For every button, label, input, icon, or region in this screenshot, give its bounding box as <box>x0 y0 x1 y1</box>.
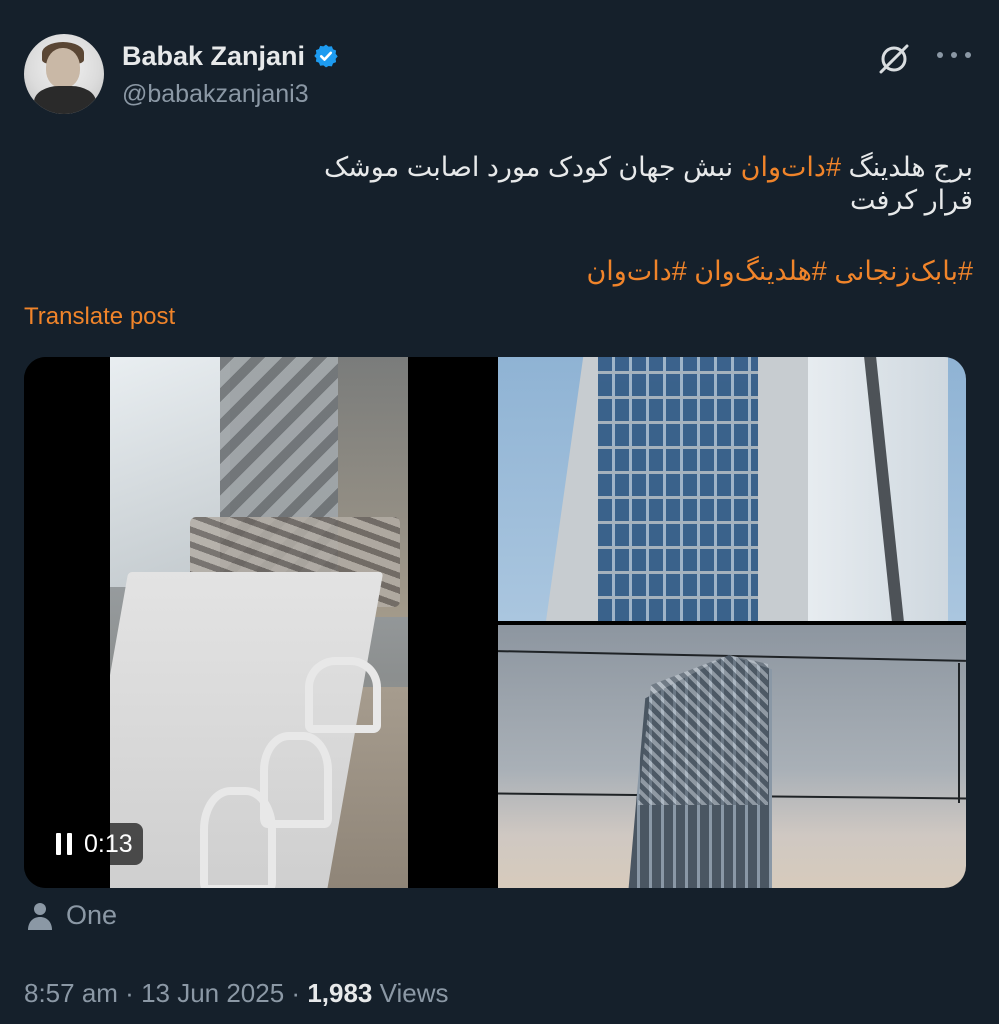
author-name-row: Babak Zanjani <box>122 38 339 74</box>
location-label: One <box>66 900 118 930</box>
views-count[interactable]: 1,983 <box>307 978 372 1008</box>
post-text-line-1: برج هلدینگ #دات‌وان نبش جهان کودک مورد ا… <box>324 152 973 183</box>
translate-post-link[interactable]: Translate post <box>24 303 175 331</box>
author-display-name[interactable]: Babak Zanjani <box>122 41 305 72</box>
post-meta: 8:57 am · 13 Jun 2025 · 1,983 Views <box>24 978 449 1009</box>
post-text-prefix: برج هلدینگ <box>840 152 973 182</box>
photo-building-facade[interactable] <box>498 357 966 621</box>
video-player[interactable]: 0:13 <box>24 357 494 888</box>
media-grid: 0:13 <box>24 357 966 888</box>
post-text-suffix: نبش جهان کودک مورد اصابت موشک <box>324 152 741 182</box>
person-icon <box>28 902 52 930</box>
hashtag-link[interactable]: #دات‌وان <box>741 152 841 182</box>
hashtag-line[interactable]: #بابک‌زنجانی #هلدینگ‌وان #دات‌وان <box>586 256 973 287</box>
location-row[interactable]: One <box>26 900 117 931</box>
pause-icon[interactable] <box>56 833 72 855</box>
post-header: Babak Zanjani @babakzanjani3 <box>24 34 975 116</box>
meta-separator: · <box>284 978 308 1008</box>
photo-damaged-tower[interactable] <box>498 625 966 888</box>
video-controls[interactable]: 0:13 <box>46 823 143 865</box>
avatar[interactable] <box>24 34 104 114</box>
verified-badge-icon[interactable] <box>313 43 339 69</box>
post-text-line-2: قرار کرفت <box>849 185 973 215</box>
post-date[interactable]: 13 Jun 2025 <box>141 978 284 1008</box>
views-label: Views <box>372 978 449 1008</box>
video-timecode: 0:13 <box>84 829 133 858</box>
meta-separator: · <box>117 978 142 1008</box>
author-handle[interactable]: @babakzanjani3 <box>122 80 309 109</box>
more-icon[interactable] <box>937 40 971 70</box>
grok-icon[interactable] <box>877 42 911 76</box>
post-time[interactable]: 8:57 am <box>24 978 118 1008</box>
video-frame <box>110 357 408 888</box>
